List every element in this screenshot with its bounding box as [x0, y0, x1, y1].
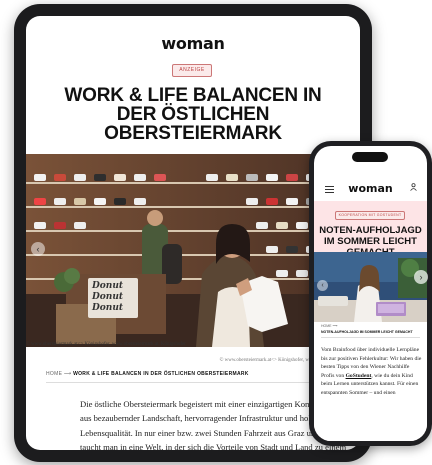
divider: [46, 382, 340, 383]
device-mockup-stage: woman ANZEIGE WORK & LIFE BALANCEN IN DE…: [0, 0, 432, 465]
svg-text:Donut: Donut: [91, 292, 124, 302]
phone-screen: woman KOOPERATION MIT GOSTUDENT NOTEN-AU…: [314, 146, 427, 441]
tablet-ad-badge: ANZEIGE: [172, 64, 212, 77]
breadcrumb-arrow-icon: ⟶: [63, 371, 72, 377]
phone-breadcrumb: HOME ⟶: [321, 324, 338, 328]
tablet-article-title: WORK & LIFE BALANCEN IN DER ÖSTLICHEN OB…: [64, 85, 322, 144]
tablet-photo-credit: © www.obersteiermark.at<> Königshofer, w…: [26, 342, 186, 347]
tablet-logo[interactable]: woman: [26, 34, 360, 53]
gostudent-link[interactable]: GoStudent: [346, 373, 372, 379]
user-icon[interactable]: [410, 183, 417, 193]
breadcrumb-arrow-icon: ⟶: [332, 324, 338, 328]
phone-article-body: Vom Brainfood über individuelle Lernplän…: [321, 346, 424, 398]
chevron-left-icon[interactable]: ‹: [317, 280, 328, 291]
svg-text:Donut: Donut: [91, 303, 124, 313]
phone-hero-image: ‹: [314, 252, 427, 322]
divider: [321, 337, 420, 338]
breadcrumb-home-link[interactable]: HOME: [46, 371, 62, 377]
dynamic-island: [352, 152, 388, 162]
phone-device: woman KOOPERATION MIT GOSTUDENT NOTEN-AU…: [309, 141, 432, 446]
phone-cooperation-badge: KOOPERATION MIT GOSTUDENT: [335, 211, 405, 220]
breadcrumb-current: WORK & LIFE BALANCEN IN DER ÖSTLICHEN OB…: [73, 371, 249, 377]
svg-text:Donut: Donut: [91, 281, 124, 291]
breadcrumb-home-link[interactable]: HOME: [321, 324, 332, 328]
phone-breadcrumb-current: NOTEN-AUFHOLJAGD IM SOMMER LEICHT GEMACH…: [321, 330, 413, 334]
chevron-left-icon[interactable]: ‹: [31, 242, 45, 256]
tablet-breadcrumb: HOME ⟶ WORK & LIFE BALANCEN IN DER ÖSTLI…: [46, 371, 249, 377]
chevron-right-icon[interactable]: ›: [414, 270, 428, 284]
